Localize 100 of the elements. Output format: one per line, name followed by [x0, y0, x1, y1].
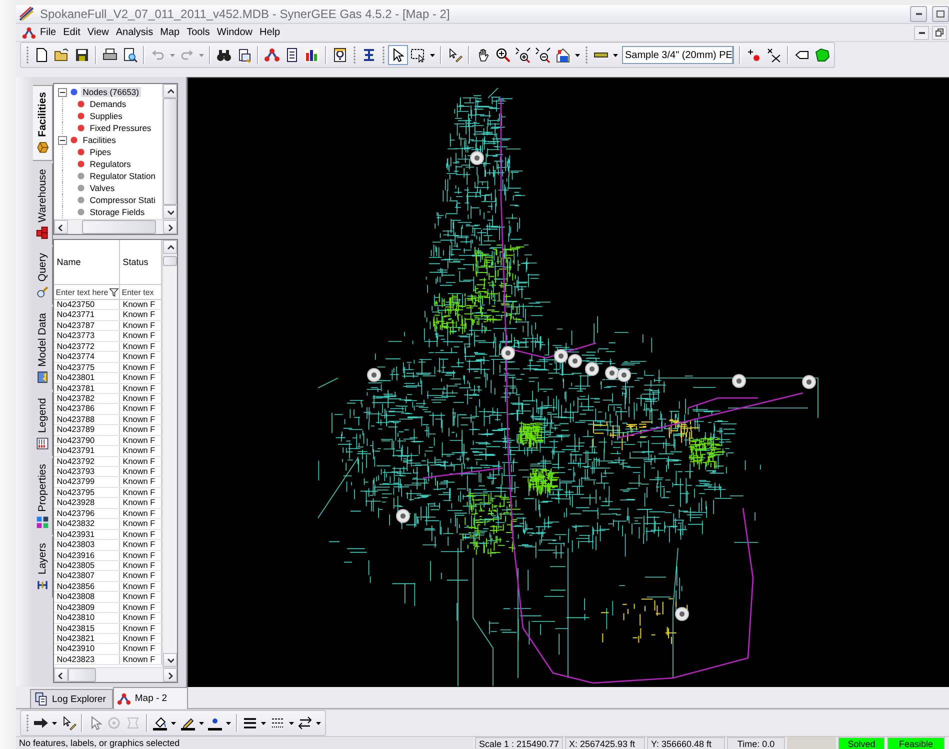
menu-item[interactable]: Window — [214, 27, 256, 38]
table-cell: No423805 — [54, 560, 120, 570]
table-cell: No423789 — [54, 425, 120, 435]
caret-icon — [171, 722, 176, 725]
horizontal-scrollbar[interactable] — [54, 667, 177, 682]
collapse-toggle-icon[interactable] — [58, 136, 67, 145]
document-tab[interactable]: Log Explorer — [30, 689, 113, 708]
node-marker-icon — [802, 375, 816, 390]
table-cell: No423821 — [54, 634, 120, 644]
pipe-type-dropdown[interactable]: Sample 3/4" (20mm) PE — [622, 46, 734, 64]
properties-icon — [36, 516, 49, 528]
table-cell: No423792 — [54, 456, 120, 466]
column-header[interactable]: Name — [54, 240, 120, 284]
side-tab[interactable]: Facilities — [32, 85, 53, 161]
node-marker-icon — [554, 349, 568, 364]
table-cell: No423799 — [54, 477, 120, 487]
scroll-right-button[interactable] — [163, 220, 177, 234]
caret-icon — [261, 722, 266, 725]
tree-item[interactable]: Demands — [88, 99, 128, 110]
binoculars-icon — [216, 47, 232, 64]
scroll-left-button[interactable] — [54, 668, 68, 682]
document-tab[interactable]: Map - 2 — [112, 687, 188, 710]
scroll-up-button[interactable] — [163, 84, 177, 98]
table-cell: No423795 — [54, 488, 120, 498]
table-cell: No423790 — [54, 436, 120, 446]
app-logo-icon — [22, 26, 36, 40]
node-marker-icon — [675, 607, 689, 622]
tree-item[interactable]: Valves — [88, 183, 117, 194]
horizontal-scrollbar[interactable] — [54, 219, 177, 234]
tree-item[interactable]: Nodes (76653) — [80, 87, 141, 98]
table-cell: No423793 — [54, 467, 120, 476]
scroll-right-button[interactable] — [163, 668, 177, 682]
chevron-up-icon — [166, 244, 174, 251]
restore-icon — [935, 28, 944, 38]
reshape-icon — [125, 715, 142, 732]
table-cell: No423916 — [54, 550, 120, 560]
menu-item[interactable]: Help — [256, 27, 284, 38]
chevron-up-icon — [166, 88, 174, 95]
scroll-down-button[interactable] — [163, 205, 177, 220]
chevron-left-icon — [57, 672, 64, 679]
tree-item[interactable]: Facilities — [80, 135, 118, 146]
edit-pointer-icon — [60, 715, 77, 732]
tree-item[interactable]: Regulators — [88, 159, 133, 170]
status-text: Y: 356660.48 ft — [647, 737, 725, 749]
menu-item[interactable]: View — [84, 27, 112, 38]
menu-item[interactable]: Edit — [60, 27, 84, 38]
tree-item[interactable]: Fixed Pressures — [88, 123, 154, 134]
table-cell: No423832 — [54, 519, 120, 529]
status-text: Feasible — [887, 737, 945, 749]
chevron-down-icon — [166, 656, 174, 664]
pointer-button[interactable] — [388, 45, 408, 66]
tree-item[interactable]: Pipes — [88, 147, 114, 158]
scroll-left-button[interactable] — [54, 220, 68, 234]
boxes-icon — [36, 226, 49, 240]
caret-icon — [288, 722, 294, 725]
vertical-scrollbar[interactable] — [162, 84, 177, 220]
table-cell: No423928 — [54, 498, 120, 508]
zoom-extent-out-button[interactable] — [533, 45, 553, 66]
report-icon — [284, 47, 300, 64]
scroll-thumb[interactable] — [82, 220, 156, 234]
scroll-up-button[interactable] — [163, 240, 177, 254]
table-cell: No423823 — [54, 654, 120, 664]
menu-item[interactable]: Analysis — [112, 27, 156, 38]
table-cell: No423808 — [54, 592, 120, 602]
bar-chart-icon — [304, 47, 320, 64]
restore-button[interactable] — [932, 26, 947, 40]
table-cell: No423786 — [54, 404, 120, 414]
folder-icon — [54, 47, 70, 64]
scroll-thumb[interactable] — [163, 98, 177, 206]
table-cell: No423791 — [54, 446, 120, 456]
scroll-down-button[interactable] — [163, 653, 177, 668]
delete-node-icon — [766, 47, 782, 64]
fill-color-icon — [152, 715, 168, 732]
i-beam-icon — [361, 47, 377, 64]
line-weight-icon — [242, 715, 258, 732]
menu-item[interactable]: Map — [157, 27, 183, 38]
minimize-button[interactable] — [914, 26, 929, 40]
table-cell: No423788 — [54, 414, 120, 424]
node-marker-icon — [568, 354, 582, 368]
caret-icon — [199, 54, 204, 57]
tree-item[interactable]: Compressor Stati — [88, 195, 158, 206]
table-cell: No423810 — [54, 613, 120, 623]
tree-item[interactable]: Storage Fields — [88, 207, 147, 218]
scroll-thumb[interactable] — [163, 256, 177, 266]
chevron-down-icon — [166, 208, 174, 216]
caret-icon — [316, 722, 322, 725]
zoom-in-icon — [495, 47, 511, 64]
menu-item[interactable]: Tools — [184, 27, 213, 38]
collapse-toggle-icon[interactable] — [58, 88, 67, 97]
zoom-extent-in-button[interactable] — [513, 45, 533, 66]
selection-box-icon — [410, 47, 426, 64]
status-text: X: 2567425.93 ft — [565, 737, 645, 749]
legend-icon — [36, 436, 49, 450]
scroll-thumb[interactable] — [68, 668, 96, 682]
tree-item[interactable]: Supplies — [88, 111, 124, 122]
maximize-button[interactable] — [932, 6, 949, 22]
vertical-scrollbar[interactable] — [162, 240, 177, 668]
menu-item[interactable]: File — [37, 27, 60, 38]
tree-item[interactable]: Regulator Station — [88, 171, 158, 182]
minimize-button[interactable] — [910, 6, 927, 22]
